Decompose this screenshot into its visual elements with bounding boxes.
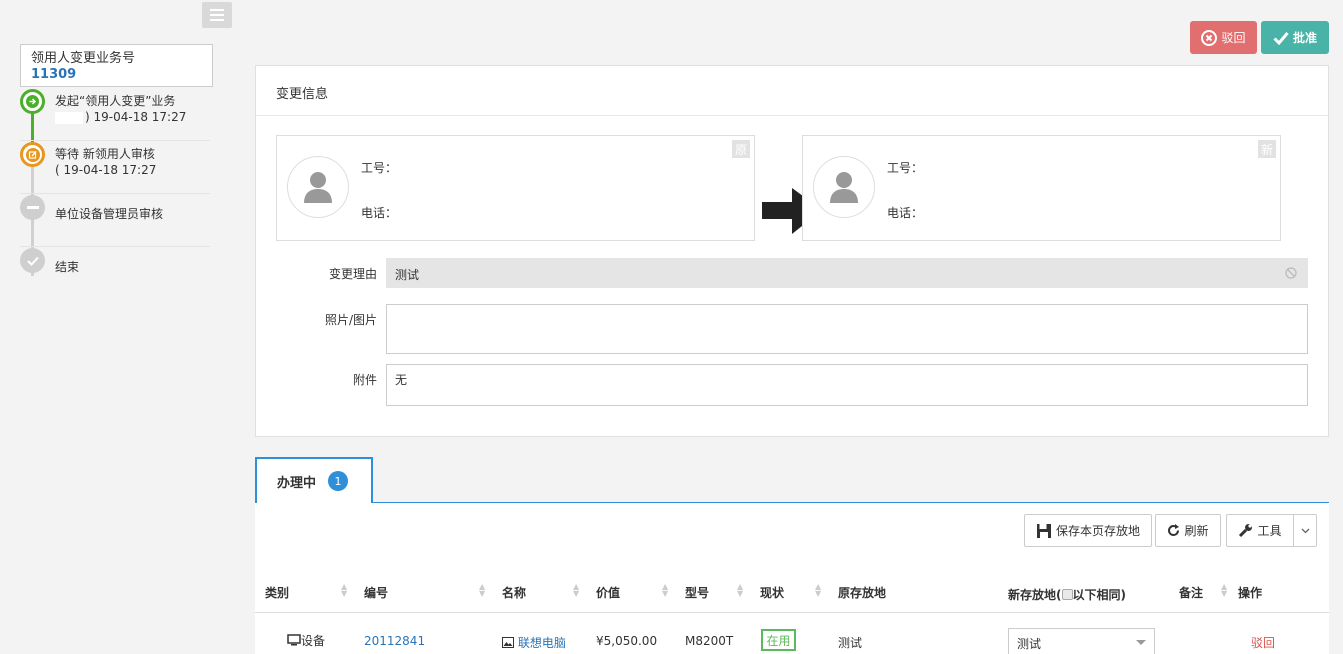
chevron-down-icon <box>1301 528 1309 533</box>
tab-area: 办理中 1 保存本页存放地 刷新 工具 类别 ▲ ▼ 编号 ▲ ▼ 名称 ▲ ▼ 价值… <box>255 457 1329 654</box>
approve-label: 批准 <box>1292 31 1317 45</box>
avatar <box>287 156 349 218</box>
new-phone-label: 电话： <box>887 206 924 220</box>
business-number-label: 领用人变更业务号 <box>31 51 136 66</box>
refresh-label: 刷新 <box>1184 524 1209 538</box>
col-status[interactable]: 现状 <box>760 584 784 601</box>
same-below-checkbox[interactable] <box>1061 589 1073 600</box>
same-below-label: 以下相同) <box>1072 588 1127 602</box>
number-link[interactable]: 20112841 <box>364 634 425 648</box>
avatar <box>813 156 875 218</box>
original-phone-label: 电话： <box>361 206 398 220</box>
step-title: 单位设备管理员审核 <box>55 207 164 221</box>
col-model[interactable]: 型号 <box>685 584 709 601</box>
business-number-card: 领用人变更业务号 11309 <box>20 44 213 87</box>
sort-icon[interactable]: ▲ ▼ <box>737 583 743 598</box>
workflow-timeline: 发起“领用人变更”业务 ) 19-04-18 17:27 等待 新领用人审核 (… <box>20 88 210 300</box>
table-row: 设备 20112841 联想电脑 ¥5,050.00 M8200T 在用 测试 … <box>255 614 1329 654</box>
reject-label: 驳回 <box>1221 31 1246 45</box>
minus-icon <box>20 195 45 220</box>
col-number[interactable]: 编号 <box>364 584 388 601</box>
step-title: 发起“领用人变更”业务 <box>55 94 176 108</box>
refresh-button[interactable]: 刷新 <box>1155 514 1221 547</box>
new-location-select[interactable]: 测试 <box>1008 628 1155 654</box>
col-orig-location[interactable]: 原存放地 <box>838 584 886 601</box>
attachment-label: 附件 <box>352 373 377 387</box>
category-value: 设备 <box>301 634 326 648</box>
timeline-step-end: 结束 <box>20 247 210 300</box>
sort-icon[interactable]: ▲ ▼ <box>479 583 485 598</box>
save-location-button[interactable]: 保存本页存放地 <box>1024 514 1152 547</box>
timeline-step-start: 发起“领用人变更”业务 ) 19-04-18 17:27 <box>20 88 210 141</box>
chevron-down-icon <box>1136 640 1146 645</box>
reason-value: 测试 <box>395 268 420 282</box>
model-cell: M8200T <box>685 634 734 648</box>
original-id-label: 工号： <box>361 161 398 175</box>
wrench-icon <box>1239 524 1253 538</box>
name-cell: 联想电脑 <box>502 634 566 651</box>
new-location-label: 新存放地( <box>1008 588 1062 602</box>
panel-title: 变更信息 <box>256 66 1328 116</box>
check-icon <box>20 248 45 273</box>
col-name[interactable]: 名称 <box>502 584 526 601</box>
attachment-value: 无 <box>395 373 408 387</box>
menu-toggle-button[interactable] <box>202 2 232 28</box>
orig-location-cell: 测试 <box>838 636 863 650</box>
photo-upload-area[interactable] <box>386 304 1308 354</box>
value-cell: ¥5,050.00 <box>596 634 658 648</box>
close-circle-icon <box>1201 29 1218 46</box>
reason-field: 测试 <box>386 258 1308 288</box>
reason-label: 变更理由 <box>328 267 377 281</box>
table-header: 类别 ▲ ▼ 编号 ▲ ▼ 名称 ▲ ▼ 价值 ▲ ▼ 型号 ▲ ▼ 现状 ▲ ▼ 原存放地… <box>255 571 1329 613</box>
col-remark[interactable]: 备注 <box>1179 584 1203 601</box>
step-title: 结束 <box>55 260 80 274</box>
image-icon <box>502 637 514 648</box>
edit-icon <box>20 142 45 167</box>
reject-button[interactable]: 驳回 <box>1190 21 1257 54</box>
row-reject-link[interactable]: 驳回 <box>1251 634 1275 651</box>
col-operation: 操作 <box>1238 586 1263 600</box>
tab-in-progress[interactable]: 办理中 1 <box>255 457 373 503</box>
tools-label: 工具 <box>1257 524 1282 538</box>
original-person-card: 工号： 电话： 原 <box>276 135 755 241</box>
sort-icon[interactable]: ▲ ▼ <box>815 583 821 598</box>
new-tag: 新 <box>1258 140 1276 158</box>
original-tag: 原 <box>732 140 750 158</box>
photo-label: 照片/图片 <box>324 313 377 327</box>
count-badge: 1 <box>328 471 349 491</box>
tools-dropdown-button[interactable] <box>1293 514 1317 547</box>
col-value[interactable]: 价值 <box>596 584 620 601</box>
step-time: ( 19-04-18 17:27 <box>55 163 157 177</box>
tab-label: 办理中 <box>277 475 317 491</box>
sort-icon[interactable]: ▲ ▼ <box>573 583 579 598</box>
new-location-value: 测试 <box>1017 637 1042 651</box>
sort-icon[interactable]: ▲ ▼ <box>1221 583 1227 598</box>
status-badge: 在用 <box>761 629 796 651</box>
col-category[interactable]: 类别 <box>265 584 289 601</box>
tools-button[interactable]: 工具 <box>1226 514 1294 547</box>
save-icon <box>1036 523 1051 538</box>
change-info-panel: 变更信息 工号： 电话： 原 工号： 电话： 新 变更理由 测试 照片/图片 附… <box>255 65 1329 437</box>
timeline-step-pending: 单位设备管理员审核 <box>20 194 210 247</box>
timeline-step-current: 等待 新领用人审核 ( 19-04-18 17:27 <box>20 141 210 194</box>
new-person-card: 工号： 电话： 新 <box>802 135 1281 241</box>
refresh-icon <box>1168 524 1180 536</box>
disabled-icon <box>1285 267 1297 279</box>
approve-button[interactable]: 批准 <box>1261 21 1329 54</box>
name-link[interactable]: 联想电脑 <box>518 636 566 650</box>
col-new-location: 新存放地( 以下相同) <box>1008 586 1126 603</box>
step-time: ) 19-04-18 17:27 <box>85 110 187 124</box>
arrow-right-icon <box>20 89 45 114</box>
monitor-icon <box>287 634 301 646</box>
step-title: 等待 新领用人审核 <box>55 147 155 161</box>
check-icon <box>1273 31 1289 45</box>
business-number: 11309 <box>31 67 77 82</box>
save-location-label: 保存本页存放地 <box>1055 524 1140 538</box>
new-id-label: 工号： <box>887 161 924 175</box>
sort-icon[interactable]: ▲ ▼ <box>341 583 347 598</box>
attachment-field: 无 <box>386 364 1308 406</box>
sort-icon[interactable]: ▲ ▼ <box>662 583 668 598</box>
category-cell: 设备 <box>287 632 325 649</box>
